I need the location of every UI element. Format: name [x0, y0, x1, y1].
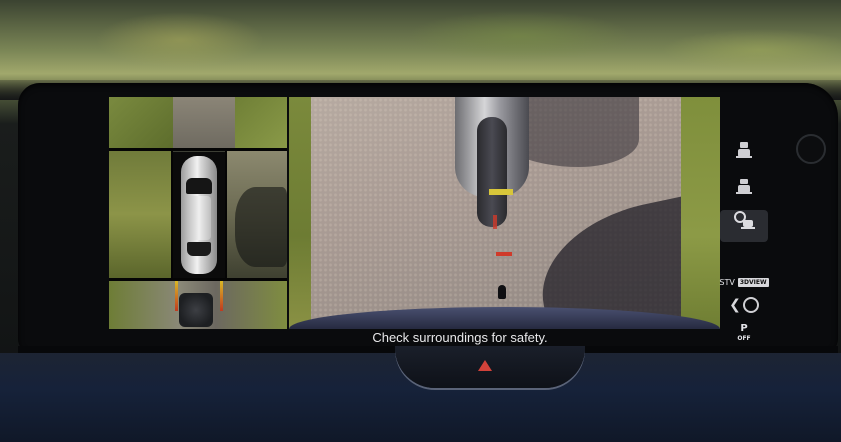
stv-label: STV [719, 278, 735, 287]
ground-area [235, 97, 287, 149]
guide-marker-red [493, 215, 497, 229]
front-camera-button[interactable] [720, 140, 768, 172]
back-button[interactable]: ❮ [720, 294, 768, 313]
grass-edge [681, 97, 720, 329]
camera-switch-icon [742, 296, 759, 313]
chevron-left-icon: ❮ [729, 296, 741, 313]
grass-edge [289, 97, 311, 329]
zoom-camera-icon [732, 210, 756, 235]
hazard-icon[interactable] [478, 360, 492, 371]
rear-camera-view[interactable] [289, 97, 720, 329]
stv-badge: 3DVIEW [737, 278, 769, 287]
ground-area [173, 97, 235, 149]
guide-line-right [220, 281, 223, 311]
guide-line-left [175, 281, 178, 311]
view-divider [109, 278, 287, 281]
guide-marker-red [496, 252, 512, 256]
obstacle [179, 293, 213, 327]
front-camera-icon [734, 140, 754, 163]
bike-wheel [477, 117, 507, 227]
park-assist-off-button[interactable]: P OFF [720, 324, 768, 344]
ground-area [109, 97, 173, 149]
view-divider [225, 149, 227, 279]
ground-area [109, 149, 171, 279]
stv-toggle[interactable]: STV 3DVIEW [719, 278, 769, 287]
park-off-sublabel: OFF [737, 335, 751, 342]
vehicle-icon [173, 152, 225, 278]
vehicle-windshield [186, 178, 212, 194]
side-camera-icon [734, 176, 754, 199]
rotary-knob[interactable] [796, 134, 826, 164]
windshield-scene [0, 0, 841, 92]
park-off-label: P [740, 323, 748, 334]
camera-controls: STV 3DVIEW ❮ P OFF [719, 118, 769, 348]
view-divider [109, 148, 287, 151]
zoom-camera-button[interactable] [720, 210, 768, 242]
birds-eye-view[interactable] [109, 97, 287, 329]
tow-ball [498, 285, 506, 299]
vehicle-roof [187, 196, 211, 240]
side-camera-button[interactable] [720, 176, 768, 208]
guide-marker-yellow [489, 189, 513, 195]
vehicle-rear-window [187, 242, 211, 256]
shadow [235, 187, 287, 267]
